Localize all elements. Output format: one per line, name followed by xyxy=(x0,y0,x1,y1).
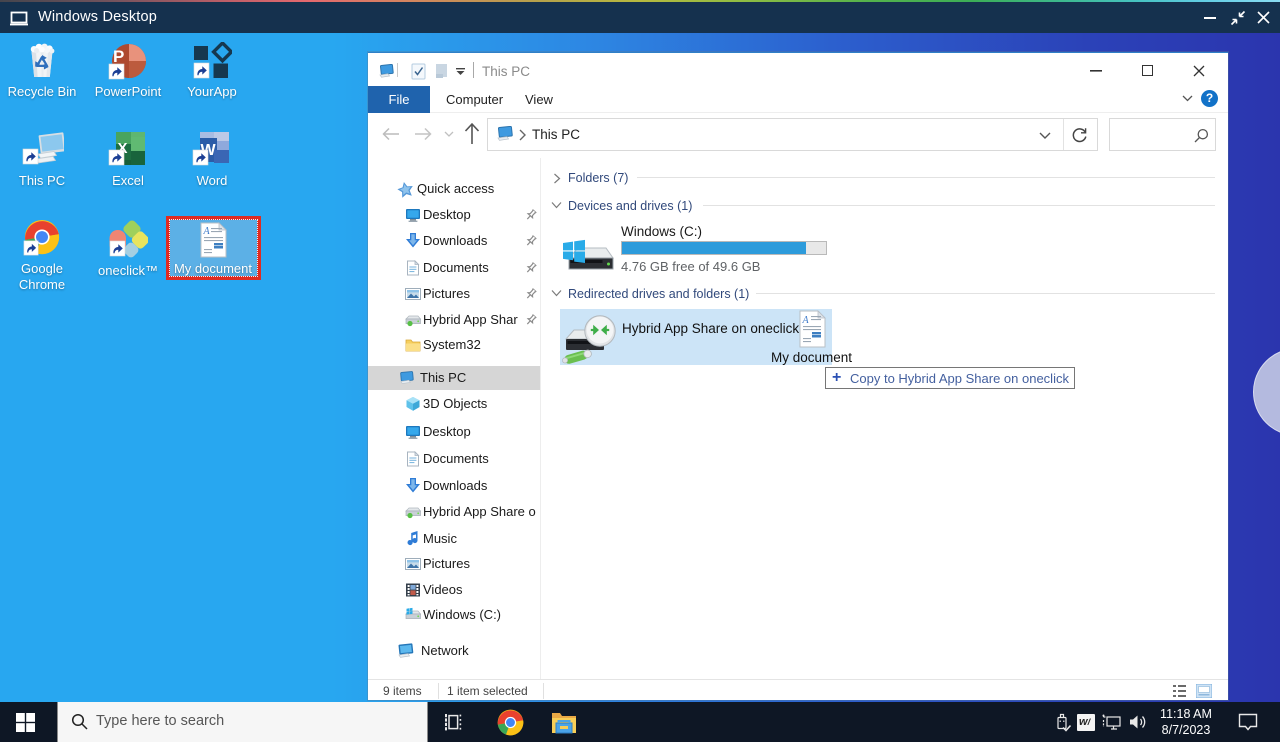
svg-text:A: A xyxy=(202,226,210,237)
svg-text:P: P xyxy=(113,47,124,66)
svg-text:A: A xyxy=(802,315,810,326)
